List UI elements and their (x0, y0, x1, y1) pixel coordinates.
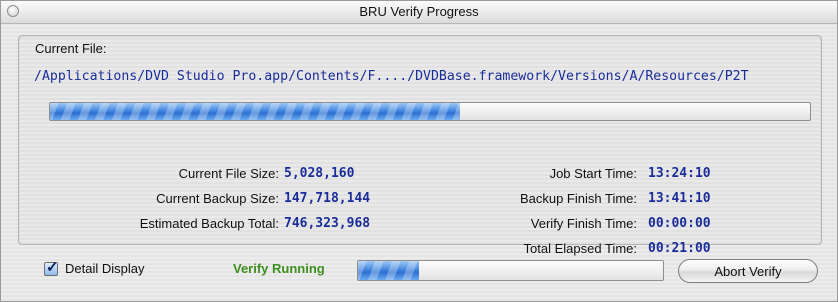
bru-verify-window: BRU Verify Progress Current File: /Appli… (0, 0, 838, 302)
stat-label: Current Backup Size: (156, 191, 279, 206)
stat-value: 5,028,160 (284, 166, 355, 181)
close-icon[interactable] (7, 5, 19, 17)
stat-label: Total Elapsed Time: (523, 241, 637, 256)
stat-label: Backup Finish Time: (519, 191, 637, 206)
stat-value: 00:21:00 (648, 241, 711, 256)
verify-status-text: Verify Running (233, 261, 325, 276)
stat-job-start-time: Job Start Time: 13:24:10 (421, 165, 721, 183)
stat-verify-finish-time: Verify Finish Time: 00:00:00 (421, 215, 721, 233)
stat-value: 746,323,968 (284, 216, 371, 231)
stat-label: Current File Size: (178, 166, 279, 181)
details-group (18, 35, 822, 245)
verify-progress-fill (358, 261, 419, 280)
checkmark-icon: ✓ (46, 259, 59, 276)
stat-value: 13:24:10 (648, 166, 711, 181)
current-file-label: Current File: (35, 41, 107, 56)
stat-current-backup-size: Current Backup Size: 147,718,144 (49, 190, 370, 208)
stat-estimated-backup-total: Estimated Backup Total: 746,323,968 (49, 215, 370, 233)
abort-verify-button[interactable]: Abort Verify (678, 259, 818, 283)
window-title: BRU Verify Progress (359, 4, 479, 19)
stat-label: Job Start Time: (549, 166, 637, 181)
stat-value: 147,718,144 (284, 191, 371, 206)
detail-display-label[interactable]: Detail Display (65, 261, 144, 276)
file-progress-fill (50, 103, 461, 120)
detail-display-checkbox[interactable]: ✓ (44, 259, 59, 276)
verify-progress-bar (357, 260, 664, 281)
stat-value: 00:00:00 (648, 216, 711, 231)
stat-current-file-size: Current File Size: 5,028,160 (49, 165, 355, 183)
stat-backup-finish-time: Backup Finish Time: 13:41:10 (421, 190, 721, 208)
stat-label: Verify Finish Time: (530, 216, 637, 231)
file-progress-bar (49, 102, 811, 121)
current-file-path: /Applications/DVD Studio Pro.app/Content… (34, 69, 749, 84)
title-bar[interactable]: BRU Verify Progress (1, 1, 837, 24)
stat-label: Estimated Backup Total: (139, 216, 279, 231)
stat-value: 13:41:10 (648, 191, 711, 206)
stat-total-elapsed-time: Total Elapsed Time: 00:21:00 (421, 240, 721, 258)
